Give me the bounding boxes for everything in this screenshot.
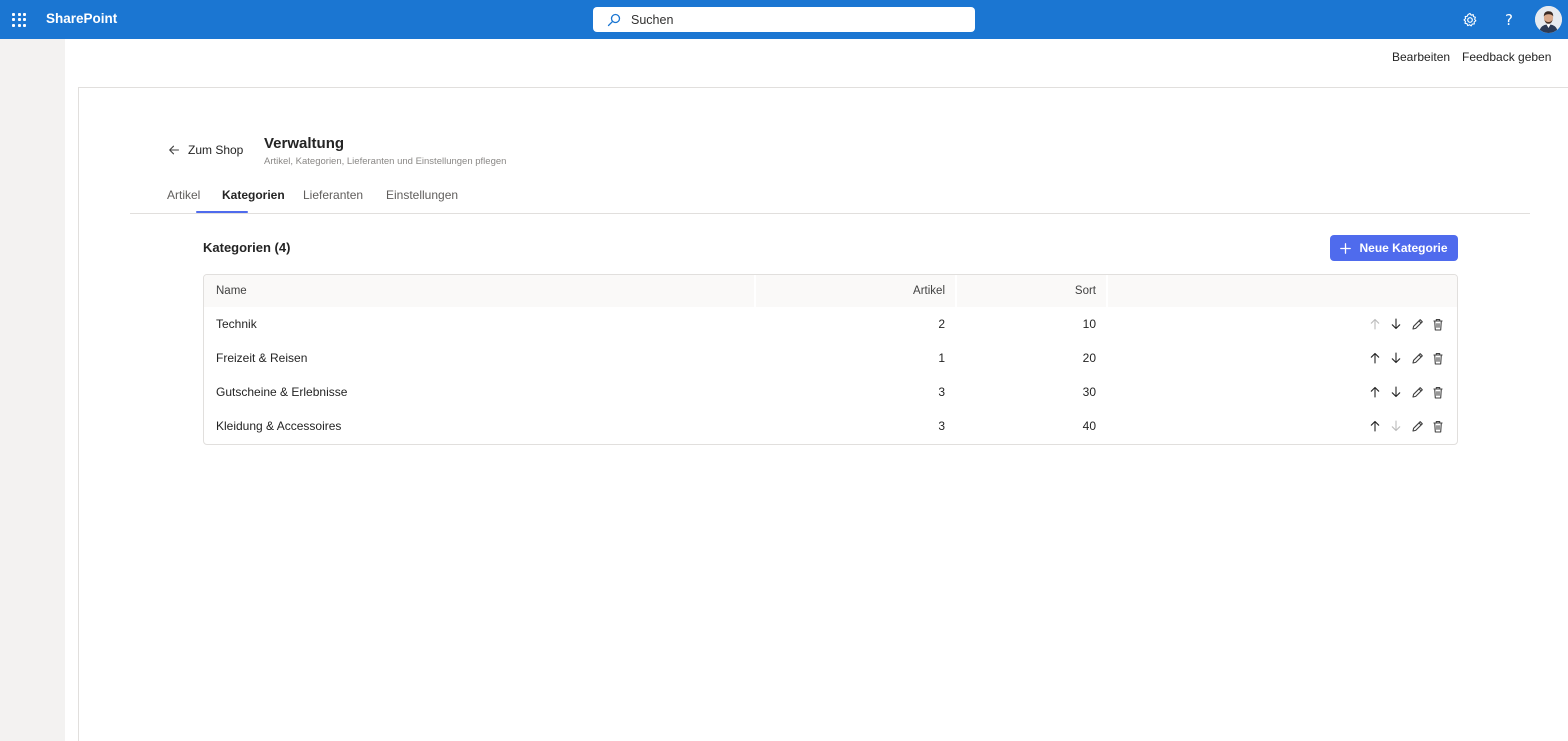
trash-icon <box>1433 420 1443 433</box>
app-brand-link[interactable]: SharePoint <box>46 11 117 26</box>
arrow-up-icon <box>1370 318 1380 330</box>
move-up-button[interactable] <box>1368 351 1382 365</box>
row-actions <box>1368 307 1445 341</box>
tab-einstellungen[interactable]: Einstellungen <box>386 188 458 214</box>
avatar[interactable] <box>1535 6 1562 33</box>
search-icon <box>607 13 621 26</box>
row-actions <box>1368 341 1445 375</box>
column-header-artikel[interactable]: Artikel <box>756 275 955 307</box>
row-actions <box>1368 375 1445 409</box>
edit-category-button[interactable] <box>1410 317 1424 331</box>
tab-artikel[interactable]: Artikel <box>167 188 200 214</box>
delete-category-button[interactable] <box>1431 351 1445 365</box>
category-artikel-count: 1 <box>938 351 945 365</box>
back-label: Zum Shop <box>188 143 244 157</box>
plus-icon <box>1340 242 1352 254</box>
move-down-button[interactable] <box>1389 385 1403 399</box>
trash-icon <box>1433 352 1443 365</box>
delete-category-button[interactable] <box>1431 385 1445 399</box>
pencil-icon <box>1411 318 1423 330</box>
active-tab-indicator <box>196 211 248 213</box>
section-title: Kategorien (4) <box>203 240 291 255</box>
category-artikel-count: 3 <box>938 385 945 399</box>
edit-button[interactable]: Bearbeiten <box>1392 50 1450 64</box>
arrow-up-icon <box>1370 386 1380 398</box>
delete-category-button[interactable] <box>1431 317 1445 331</box>
edit-category-button[interactable] <box>1410 385 1424 399</box>
search-input[interactable] <box>631 12 951 27</box>
edit-category-button[interactable] <box>1410 419 1424 433</box>
help-icon: ? <box>1505 10 1513 29</box>
move-down-button[interactable] <box>1389 317 1403 331</box>
page-subtitle: Artikel, Kategorien, Lieferanten und Ein… <box>264 156 507 167</box>
tab-bar: Artikel Kategorien Lieferanten Einstellu… <box>130 187 1530 214</box>
new-category-label: Neue Kategorie <box>1359 241 1448 255</box>
category-sort-value: 20 <box>1082 351 1096 365</box>
back-to-shop-link[interactable]: Zum Shop <box>168 143 243 157</box>
column-header-actions <box>1108 275 1457 307</box>
tab-lieferanten[interactable]: Lieferanten <box>303 188 363 214</box>
arrow-up-icon <box>1370 420 1380 432</box>
table-row: Freizeit & Reisen 1 20 <box>204 341 1457 375</box>
edit-category-button[interactable] <box>1410 351 1424 365</box>
column-header-sort[interactable]: Sort <box>957 275 1106 307</box>
move-up-button[interactable] <box>1368 385 1382 399</box>
category-name: Freizeit & Reisen <box>216 351 308 365</box>
move-down-button[interactable] <box>1389 351 1403 365</box>
table-row: Gutscheine & Erlebnisse 3 30 <box>204 375 1457 409</box>
category-name: Gutscheine & Erlebnisse <box>216 385 348 399</box>
row-actions <box>1368 409 1445 443</box>
pencil-icon <box>1411 352 1423 364</box>
category-name: Technik <box>216 317 257 331</box>
category-artikel-count: 3 <box>938 419 945 433</box>
help-button[interactable]: ? <box>1493 0 1525 39</box>
category-artikel-count: 2 <box>938 317 945 331</box>
move-up-button[interactable] <box>1368 317 1382 331</box>
delete-category-button[interactable] <box>1431 419 1445 433</box>
trash-icon <box>1433 386 1443 399</box>
move-up-button[interactable] <box>1368 419 1382 433</box>
new-category-button[interactable]: Neue Kategorie <box>1330 235 1458 261</box>
trash-icon <box>1433 318 1443 331</box>
waffle-icon <box>12 12 26 27</box>
arrow-down-icon <box>1391 386 1401 398</box>
pencil-icon <box>1411 420 1423 432</box>
table-header: Name Artikel Sort <box>204 275 1457 307</box>
category-sort-value: 40 <box>1082 419 1096 433</box>
arrow-down-icon <box>1391 318 1401 330</box>
app-launcher-button[interactable] <box>0 0 38 39</box>
left-rail <box>0 39 65 741</box>
category-sort-value: 10 <box>1082 317 1096 331</box>
arrow-down-icon <box>1391 352 1401 364</box>
pencil-icon <box>1411 386 1423 398</box>
search-box[interactable] <box>593 7 975 32</box>
gear-icon <box>1463 12 1477 26</box>
arrow-left-icon <box>169 145 180 155</box>
avatar-image <box>1535 6 1562 33</box>
arrow-down-icon <box>1391 420 1401 432</box>
table-row: Kleidung & Accessoires 3 40 <box>204 409 1457 443</box>
feedback-button[interactable]: Feedback geben <box>1462 50 1551 64</box>
category-sort-value: 30 <box>1082 385 1096 399</box>
settings-button[interactable] <box>1454 0 1486 39</box>
categories-table: Name Artikel Sort Technik 2 10 Freizeit … <box>203 274 1458 445</box>
arrow-up-icon <box>1370 352 1380 364</box>
category-name: Kleidung & Accessoires <box>216 419 342 433</box>
column-header-name[interactable]: Name <box>204 275 754 307</box>
suite-bar: SharePoint ? <box>0 0 1568 39</box>
table-row: Technik 2 10 <box>204 307 1457 341</box>
page-title: Verwaltung <box>264 135 345 152</box>
move-down-button[interactable] <box>1389 419 1403 433</box>
